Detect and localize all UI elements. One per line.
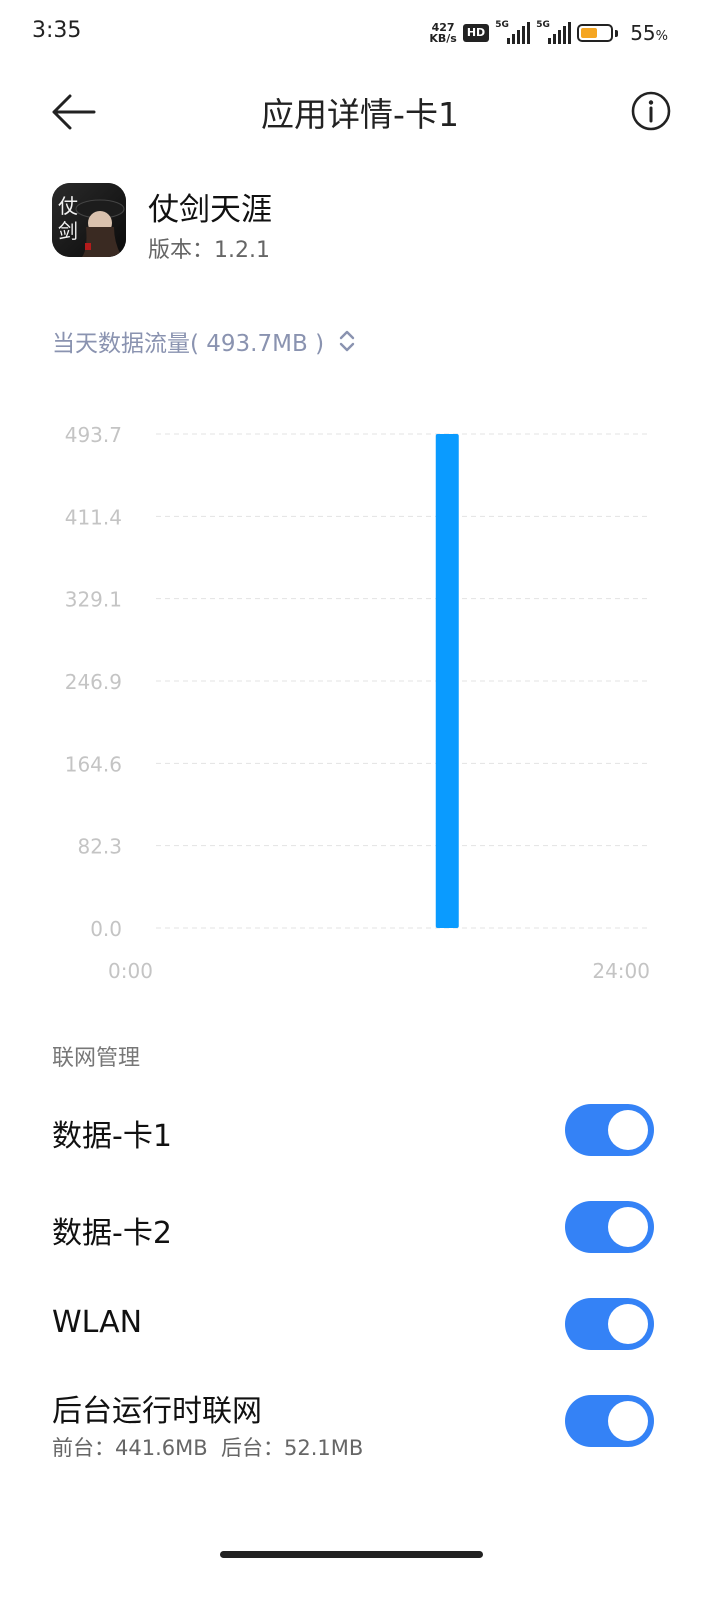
info-circle-icon[interactable] [630,90,672,132]
y-tick-label: 329.1 [65,588,122,612]
battery-percent: 55% [630,21,668,45]
status-time: 3:35 [32,18,82,43]
sim1-tech-label: 5G [495,20,509,30]
section-title-network: 联网管理 [52,1046,141,1071]
row-label-wlan: WLAN [52,1305,143,1340]
page-title: 应用详情-卡1 [261,95,459,134]
app-icon: 仗 剑 [52,183,126,257]
y-tick-label: 82.3 [77,835,122,859]
hd-voice-icon: HD [462,24,490,42]
y-tick-label: 411.4 [65,505,122,529]
toggle-sim1-data[interactable] [565,1104,654,1156]
battery-level [581,28,597,38]
toggle-sim2-data[interactable] [565,1201,654,1253]
status-bar: 3:35 427 KB/s HD 5G 5G 55% [0,0,720,66]
y-tick-label: 0.0 [90,917,122,941]
y-tick-label: 493.7 [65,423,122,447]
app-name: 仗剑天涯 [148,192,272,228]
status-icons: 427 KB/s HD 5G 5G 55% [429,18,668,48]
svg-text:仗: 仗 [58,194,78,218]
usage-chart: 493.7 411.4 329.1 246.9 164.6 82.3 0.0 0:00 24:0… [65,423,650,983]
battery-icon [577,24,619,42]
toggle-wlan[interactable] [565,1298,654,1350]
home-indicator[interactable] [220,1551,483,1558]
row-label-background-data: 后台运行时联网 [52,1394,262,1429]
x-axis-start-label: 0:00 [108,959,153,983]
chevron-up-down-icon [339,330,355,352]
svg-text:剑: 剑 [58,219,78,243]
background-usage-breakdown: 前台：441.6MB 后台：52.1MB [52,1436,364,1460]
signal-sim2-icon: 5G [536,20,572,44]
x-axis-end-label: 24:00 [592,959,650,983]
network-speed: 427 KB/s [429,22,456,44]
sim2-tech-label: 5G [536,20,550,30]
y-tick-label: 164.6 [65,752,122,776]
daily-usage-label: 当天数据流量( 493.7MB ) [52,331,325,357]
daily-usage-selector[interactable]: 当天数据流量( 493.7MB ) [52,324,356,358]
app-version: 版本：1.2.1 [148,238,270,263]
network-speed-unit: KB/s [429,32,457,45]
toggle-background-data[interactable] [565,1395,654,1447]
chart-bar [435,434,459,928]
signal-sim1-icon: 5G [495,20,531,44]
y-tick-label: 246.9 [65,670,122,694]
row-label-sim1-data: 数据-卡1 [52,1119,172,1154]
row-label-sim2-data: 数据-卡2 [52,1216,172,1251]
